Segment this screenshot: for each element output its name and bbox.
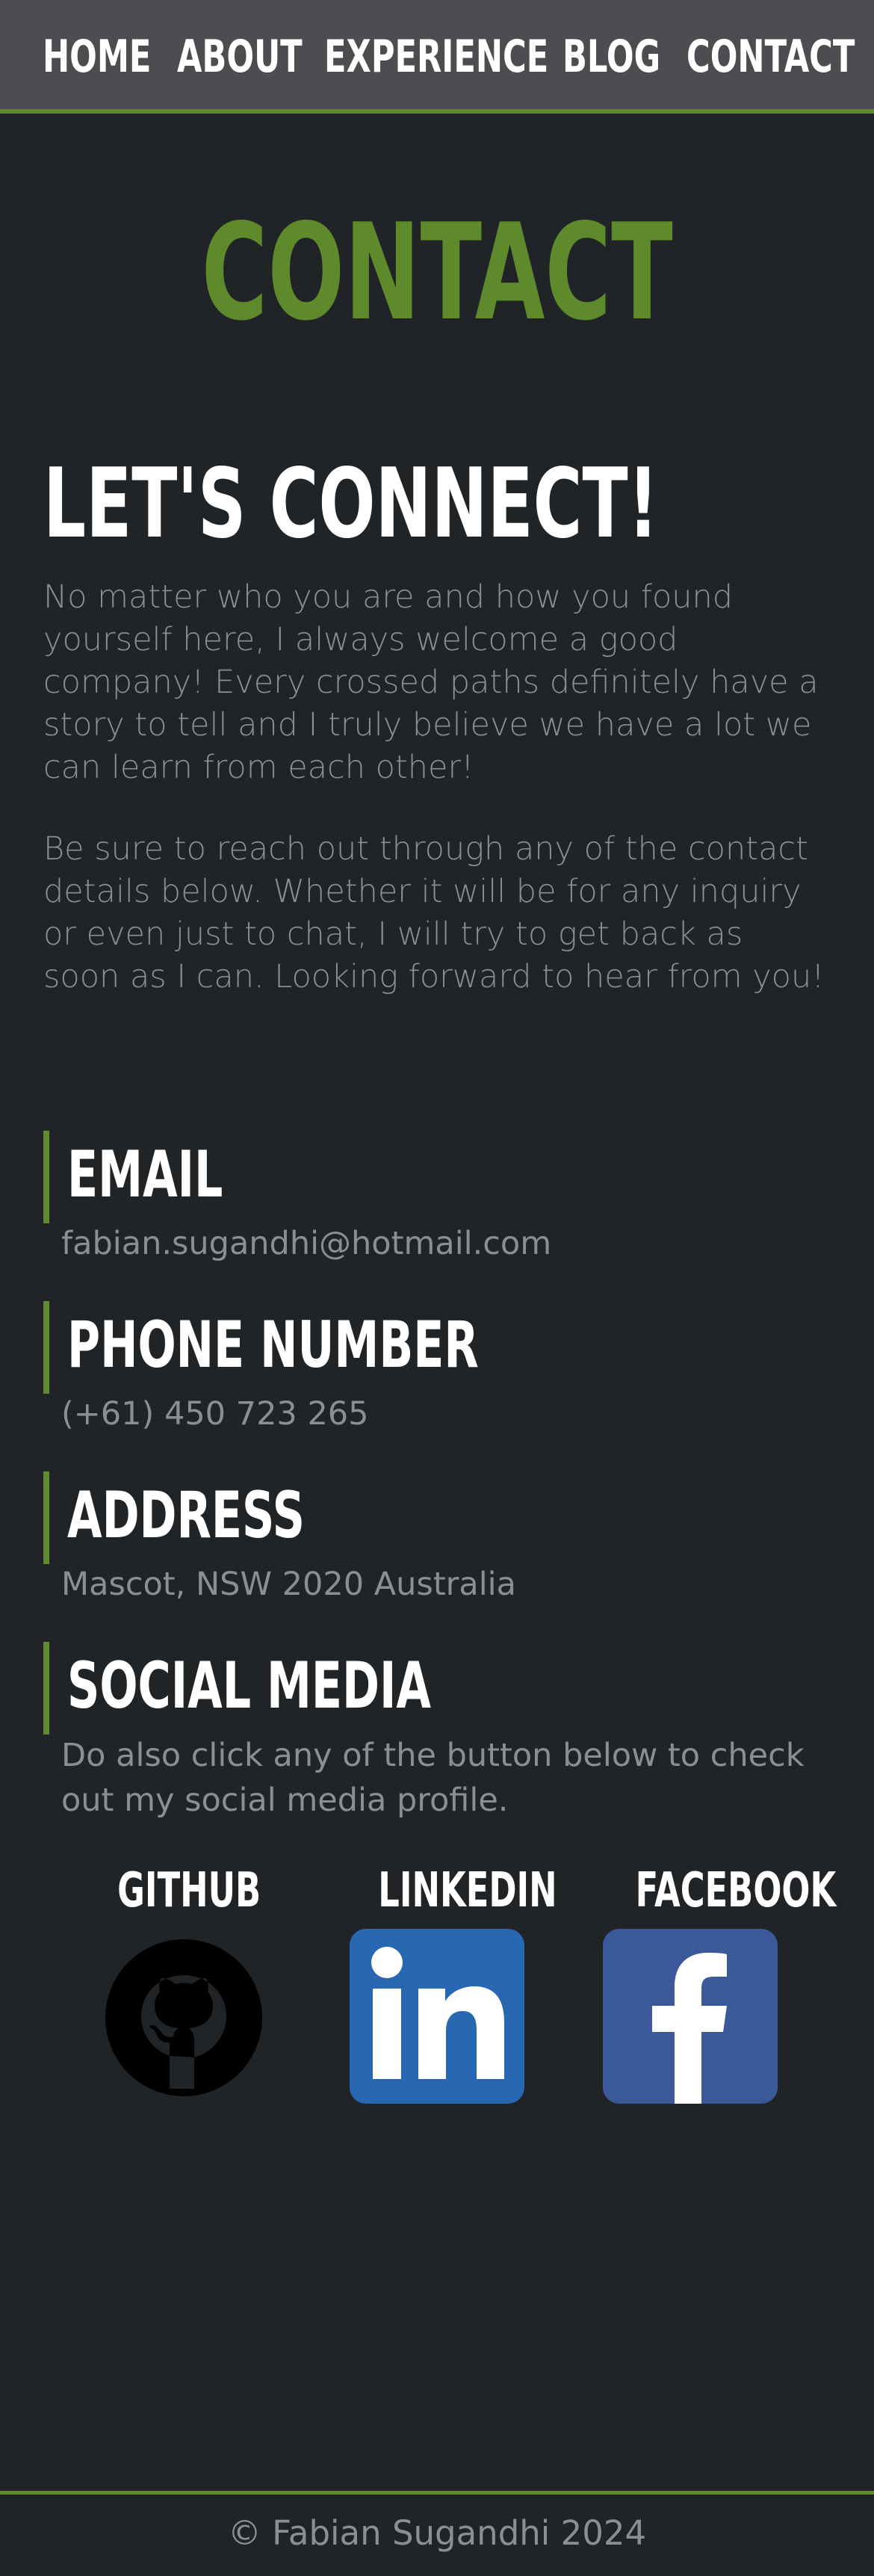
email-heading: EMAIL [67,1137,223,1212]
address-accent-bar [43,1471,49,1564]
social-description: Do also click any of the button below to… [61,1737,805,1819]
page-title-text: CONTACT [201,195,673,350]
github-label: GITHUB [87,1861,281,1921]
page-title: CONTACT [0,206,874,340]
social-accent-bar [43,1642,49,1735]
email-accent-bar [43,1131,49,1223]
nav-link-blog[interactable]: BLOG [562,27,660,87]
facebook-icon[interactable] [603,1929,778,2104]
intro-paragraph-2: Be sure to reach out through any of the … [43,830,825,995]
footer-divider [0,2491,874,2495]
nav-link-about[interactable]: ABOUT [177,27,303,87]
linkedin-label: LINKEDIN [340,1861,557,1921]
email-value: fabian.sugandhi@hotmail.com [61,1225,552,1262]
phone-heading: PHONE NUMBER [67,1308,479,1383]
address-value: Mascot, NSW 2020 Australia [61,1566,516,1603]
linkedin-label-text: LINKEDIN [378,1863,557,1918]
linkedin-icon[interactable] [350,1929,524,2104]
facebook-label-text: FACEBOOK [635,1863,837,1918]
github-icon[interactable] [96,1930,271,2105]
social-heading: SOCIAL MEDIA [67,1649,432,1723]
footer-copyright: © Fabian Sugandhi 2024 [227,2513,647,2553]
phone-accent-bar [43,1301,49,1394]
intro-paragraph-1: No matter who you are and how you found … [43,578,819,786]
phone-value: (+61) 450 723 265 [61,1395,369,1433]
connect-heading: LET'S CONNECT! [43,448,659,560]
nav-link-experience[interactable]: EXPERIENCE [324,27,548,87]
github-label-text: GITHUB [117,1863,261,1918]
nav-link-home[interactable]: HOME [43,27,151,87]
address-heading: ADDRESS [67,1478,306,1553]
top-navigation: HOME ABOUT EXPERIENCE BLOG CONTACT [0,0,874,114]
facebook-label: FACEBOOK [592,1861,837,1921]
nav-link-contact[interactable]: CONTACT [687,27,855,87]
